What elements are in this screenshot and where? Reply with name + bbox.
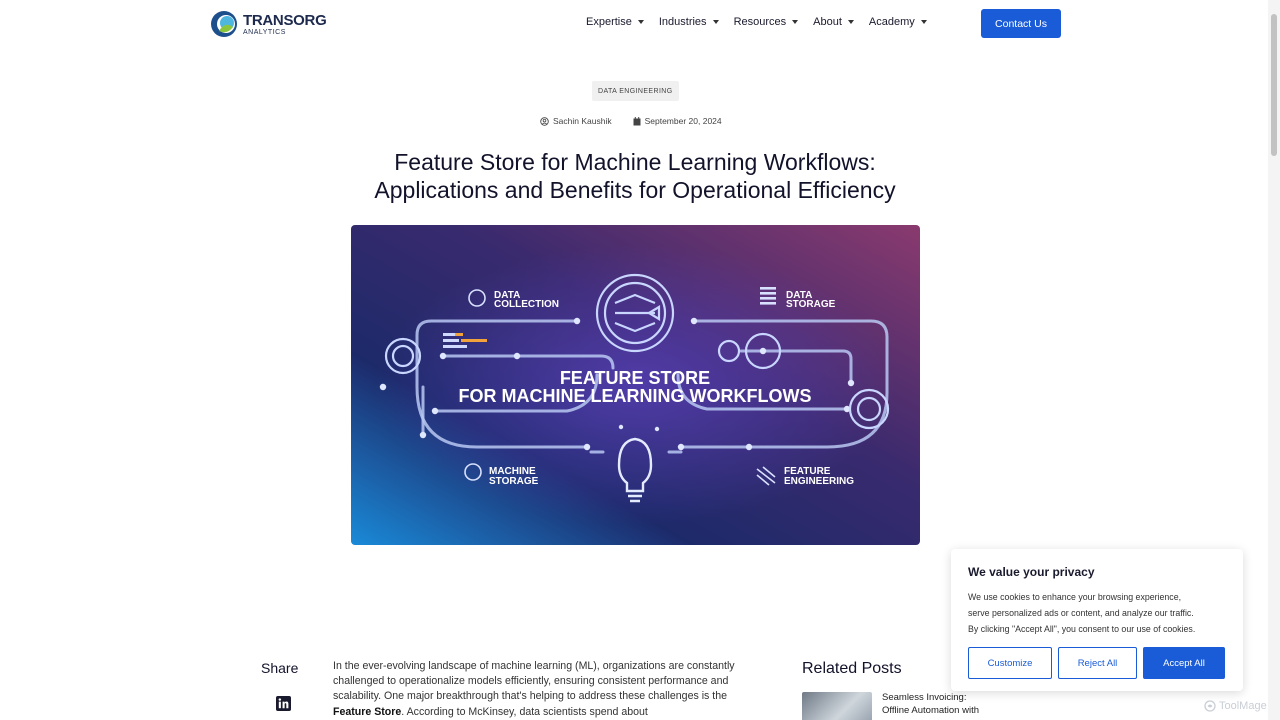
caret-down-icon xyxy=(637,20,644,24)
article-body-text-cont: . According to McKinsey, data scientists… xyxy=(401,705,648,718)
publish-date: September 20, 2024 xyxy=(633,116,722,126)
title-line-2: Applications and Benefits for Operationa… xyxy=(374,177,896,203)
user-circle-icon xyxy=(540,116,549,126)
cookie-text-line-2: serve personalized ads or content, and a… xyxy=(968,608,1194,618)
related-post-title-line-1: Seamless Invoicing: xyxy=(882,692,967,703)
hero-image: DATA COLLECTION DATA STORAGE MACHINE STO… xyxy=(351,225,920,545)
related-post-title-line-2: Offline Automation with xyxy=(882,705,979,716)
nav-item-industries[interactable]: Industries xyxy=(659,16,719,28)
scrollbar-thumb[interactable] xyxy=(1271,14,1277,156)
page-scrollbar[interactable] xyxy=(1268,0,1280,720)
article-body-bold: Feature Store xyxy=(333,705,402,718)
hero-label-data-storage-2: STORAGE xyxy=(786,299,836,310)
nav-item-label: Academy xyxy=(868,16,915,28)
accept-all-button[interactable]: Accept All xyxy=(1143,647,1225,679)
caret-down-icon xyxy=(920,20,927,24)
caret-down-icon xyxy=(792,20,799,24)
nav-item-resources[interactable]: Resources xyxy=(734,16,799,28)
article-body: In the ever-evolving landscape of machin… xyxy=(333,659,753,720)
author[interactable]: Sachin Kaushik xyxy=(540,116,612,126)
nav-item-label: About xyxy=(813,16,842,28)
date-text: September 20, 2024 xyxy=(644,116,722,126)
site-header: TRANSORG ANALYTICS Expertise Industries … xyxy=(0,0,1268,46)
cookie-text: We use cookies to enhance your browsing … xyxy=(968,589,1226,637)
nav-item-academy[interactable]: Academy xyxy=(869,16,927,28)
article-meta: Sachin Kaushik September 20, 2024 xyxy=(540,116,722,126)
watermark-text: ToolMage xyxy=(1219,700,1267,712)
nav-item-label: Industries xyxy=(658,16,707,28)
category-tag[interactable]: DATA ENGINEERING xyxy=(592,81,679,101)
watermark: ToolMage xyxy=(1204,700,1267,712)
caret-down-icon xyxy=(712,20,719,24)
contact-us-button[interactable]: Contact Us xyxy=(981,9,1061,38)
calendar-icon xyxy=(633,116,641,125)
hero-headline-1: FEATURE STORE xyxy=(560,368,710,388)
logo-mark-icon xyxy=(209,9,241,39)
nav-item-label: Expertise xyxy=(586,16,632,28)
article-body-text: In the ever-evolving landscape of machin… xyxy=(333,660,735,703)
related-post-thumbnail[interactable] xyxy=(802,692,872,720)
cookie-text-line-3: By clicking "Accept All", you consent to… xyxy=(968,624,1196,634)
main-nav: Expertise Industries Resources About Aca… xyxy=(586,16,942,28)
related-post-title[interactable]: Seamless Invoicing: Offline Automation w… xyxy=(882,691,1002,717)
watermark-logo-icon xyxy=(1204,700,1216,712)
cookie-buttons: Customize Reject All Accept All xyxy=(968,647,1225,679)
hero-label-data-collection-2: COLLECTION xyxy=(494,299,559,310)
author-name: Sachin Kaushik xyxy=(553,116,612,126)
nav-item-expertise[interactable]: Expertise xyxy=(586,16,644,28)
logo-title: TRANSORG xyxy=(243,11,327,29)
customize-button[interactable]: Customize xyxy=(968,647,1052,679)
hero-headline-2: FOR MACHINE LEARNING WORKFLOWS xyxy=(459,386,812,406)
cookie-text-line-1: We use cookies to enhance your browsing … xyxy=(968,592,1182,602)
related-posts-title: Related Posts xyxy=(802,660,902,677)
cookie-title: We value your privacy xyxy=(968,565,1095,579)
share-label: Share xyxy=(261,660,299,676)
logo-subtitle: ANALYTICS xyxy=(243,28,286,36)
logo[interactable]: TRANSORG ANALYTICS xyxy=(209,8,327,40)
cookie-consent-banner: We value your privacy We use cookies to … xyxy=(951,549,1243,691)
caret-down-icon xyxy=(847,20,854,24)
page-title: Feature Store for Machine Learning Workf… xyxy=(300,148,970,204)
reject-all-button[interactable]: Reject All xyxy=(1058,647,1137,679)
nav-item-about[interactable]: About xyxy=(813,16,854,28)
hero-label-machine-storage-2: STORAGE xyxy=(489,476,539,487)
nav-item-label: Resources xyxy=(733,16,787,28)
linkedin-icon[interactable] xyxy=(276,696,291,711)
title-line-1: Feature Store for Machine Learning Workf… xyxy=(394,149,876,175)
hero-label-feature-engineering-2: ENGINEERING xyxy=(784,476,854,487)
